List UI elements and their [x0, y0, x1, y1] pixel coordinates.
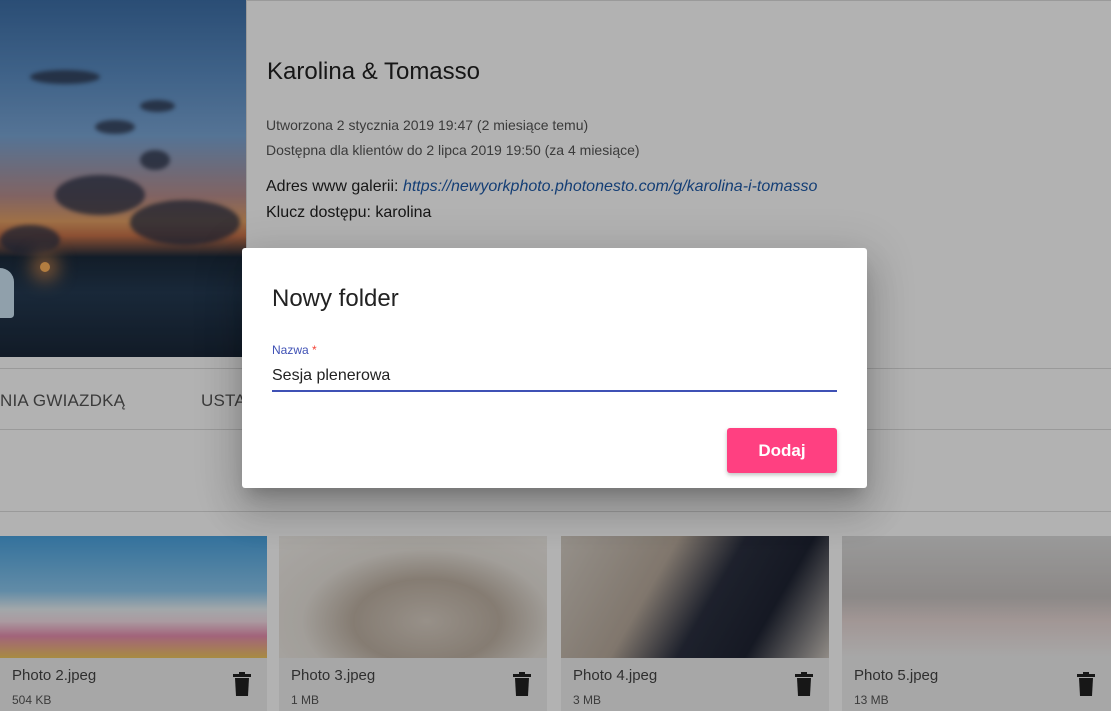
required-mark: *: [308, 343, 317, 357]
input-underline: [272, 390, 837, 392]
folder-name-input[interactable]: [272, 362, 837, 390]
add-button[interactable]: Dodaj: [727, 428, 837, 473]
name-field-label: Nazwa *: [272, 343, 317, 357]
dialog-title: Nowy folder: [272, 285, 399, 312]
name-label-text: Nazwa: [272, 343, 309, 357]
new-folder-dialog: Nowy folder Nazwa * Dodaj: [242, 248, 867, 488]
